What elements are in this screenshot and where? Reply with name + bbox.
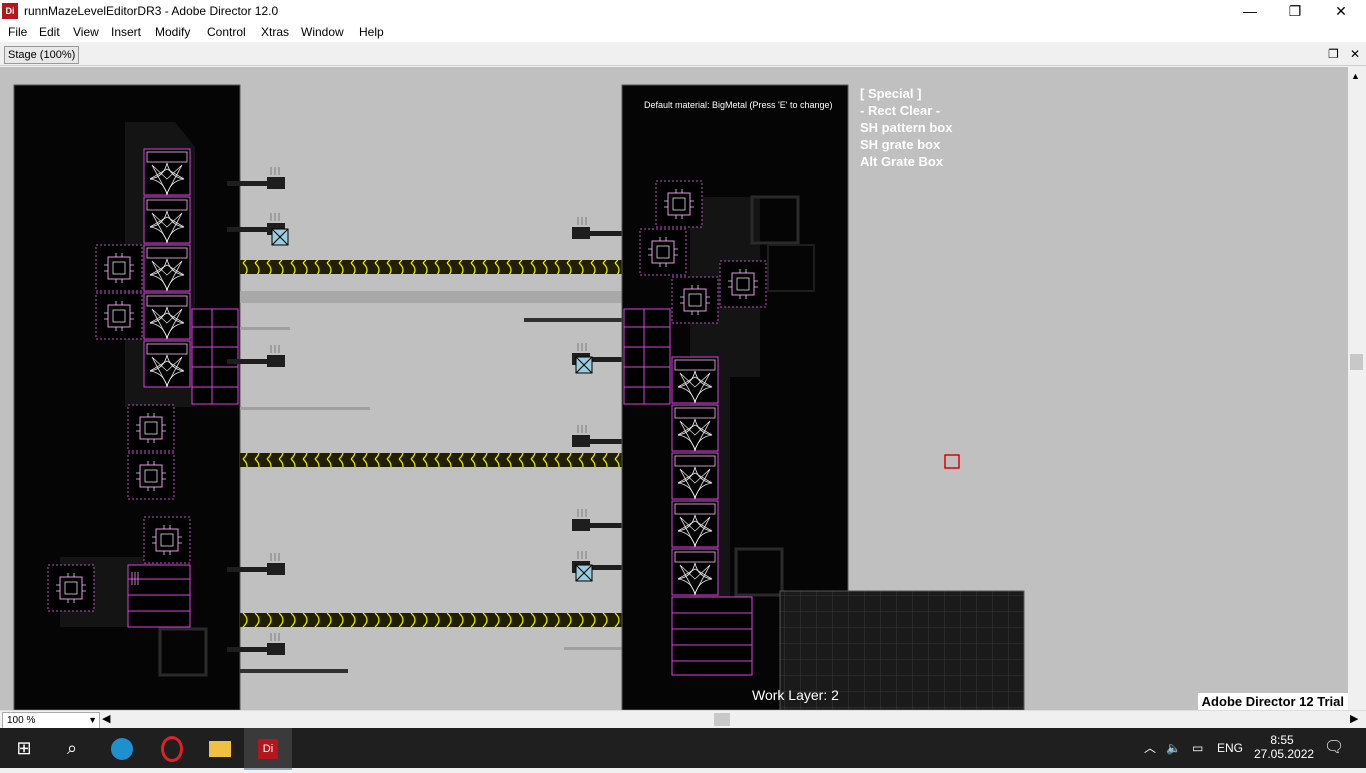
clock[interactable]: 8:55 27.05.2022 <box>1254 728 1315 773</box>
horizontal-scrollbar[interactable]: 100 % ▼ ◀ ▶ <box>0 710 1366 729</box>
chevron-down-icon: ▼ <box>88 715 97 725</box>
menu-modify[interactable]: Modify <box>155 25 190 39</box>
scroll-right-icon[interactable]: ▶ <box>1350 712 1358 725</box>
menu-file[interactable]: File <box>8 25 27 39</box>
restore-button[interactable]: ❐ <box>1272 0 1318 22</box>
trial-watermark: Adobe Director 12 Trial <box>1197 693 1348 710</box>
stage-tab[interactable]: Stage (100%) <box>4 46 80 64</box>
opera-browser-icon[interactable] <box>148 728 196 768</box>
menu-view[interactable]: View <box>73 25 99 39</box>
zoom-select[interactable]: 100 % ▼ <box>2 712 100 729</box>
special-sh-pattern-box: SH pattern box <box>860 120 953 135</box>
menu-window[interactable]: Window <box>301 25 344 39</box>
clock-time: 8:55 <box>1270 733 1294 747</box>
menu-bar: File Edit View Insert Modify Control Xtr… <box>0 22 1366 42</box>
level-editor-view <box>13 84 1025 710</box>
zoom-value: 100 % <box>7 715 36 726</box>
horizontal-scroll-thumb[interactable] <box>714 713 730 726</box>
volume-icon[interactable]: 🔈 <box>1166 728 1181 768</box>
title-bar: Di runnMazeLevelEditorDR3 - Adobe Direct… <box>0 0 1366 22</box>
menu-edit[interactable]: Edit <box>39 25 60 39</box>
menu-help[interactable]: Help <box>359 25 384 39</box>
special-panel: [ Special ] - Rect Clear - SH pattern bo… <box>860 85 952 170</box>
menu-control[interactable]: Control <box>207 25 246 39</box>
special-sh-grate-box: SH grate box <box>860 137 941 152</box>
tab-close-icon[interactable]: ✕ <box>1350 46 1360 62</box>
menu-xtras[interactable]: Xtras <box>261 25 289 39</box>
show-hidden-icons-icon[interactable]: ︿ <box>1144 728 1156 768</box>
tab-restore-icon[interactable]: ❐ <box>1328 46 1339 62</box>
special-alt-grate-box: Alt Grate Box <box>860 154 944 169</box>
windows-start-icon[interactable]: ⊞ <box>0 728 48 768</box>
network-icon[interactable]: ▭ <box>1192 728 1203 768</box>
vertical-scroll-thumb[interactable] <box>1350 354 1363 370</box>
director-taskbar-icon[interactable]: Di <box>244 728 292 770</box>
scroll-left-icon[interactable]: ◀ <box>102 712 110 725</box>
vertical-scrollbar[interactable]: ▲ <box>1348 67 1366 710</box>
stage-tab-bar: Stage (100%) ❐ ✕ <box>0 44 1366 66</box>
scroll-up-icon[interactable]: ▲ <box>1351 71 1360 81</box>
clock-date: 27.05.2022 <box>1254 747 1315 761</box>
edge-browser-icon[interactable] <box>98 728 146 768</box>
menu-insert[interactable]: Insert <box>111 25 141 39</box>
special-rect-clear: - Rect Clear - <box>860 103 941 118</box>
language-indicator[interactable]: ENG <box>1217 728 1243 768</box>
file-explorer-icon[interactable] <box>196 728 244 768</box>
window-title: runnMazeLevelEditorDR3 - Adobe Director … <box>24 4 279 18</box>
taskbar: ⊞ ⌕ Di ︿ 🔈 ▭ ENG 8:55 27.05.2022 🗨 <box>0 728 1366 770</box>
stage-canvas[interactable]: Default material: BigMetal (Press 'E' to… <box>0 67 1348 710</box>
search-icon[interactable]: ⌕ <box>48 728 96 768</box>
close-button[interactable]: ✕ <box>1318 0 1364 22</box>
notifications-icon[interactable]: 🗨 <box>1324 728 1344 768</box>
work-layer-label: Work Layer: 2 <box>752 687 839 703</box>
special-heading: [ Special ] <box>860 86 922 101</box>
director-app-icon: Di <box>2 3 18 19</box>
default-material-label: Default material: BigMetal (Press 'E' to… <box>644 100 833 110</box>
minimize-button[interactable]: — <box>1227 0 1273 22</box>
